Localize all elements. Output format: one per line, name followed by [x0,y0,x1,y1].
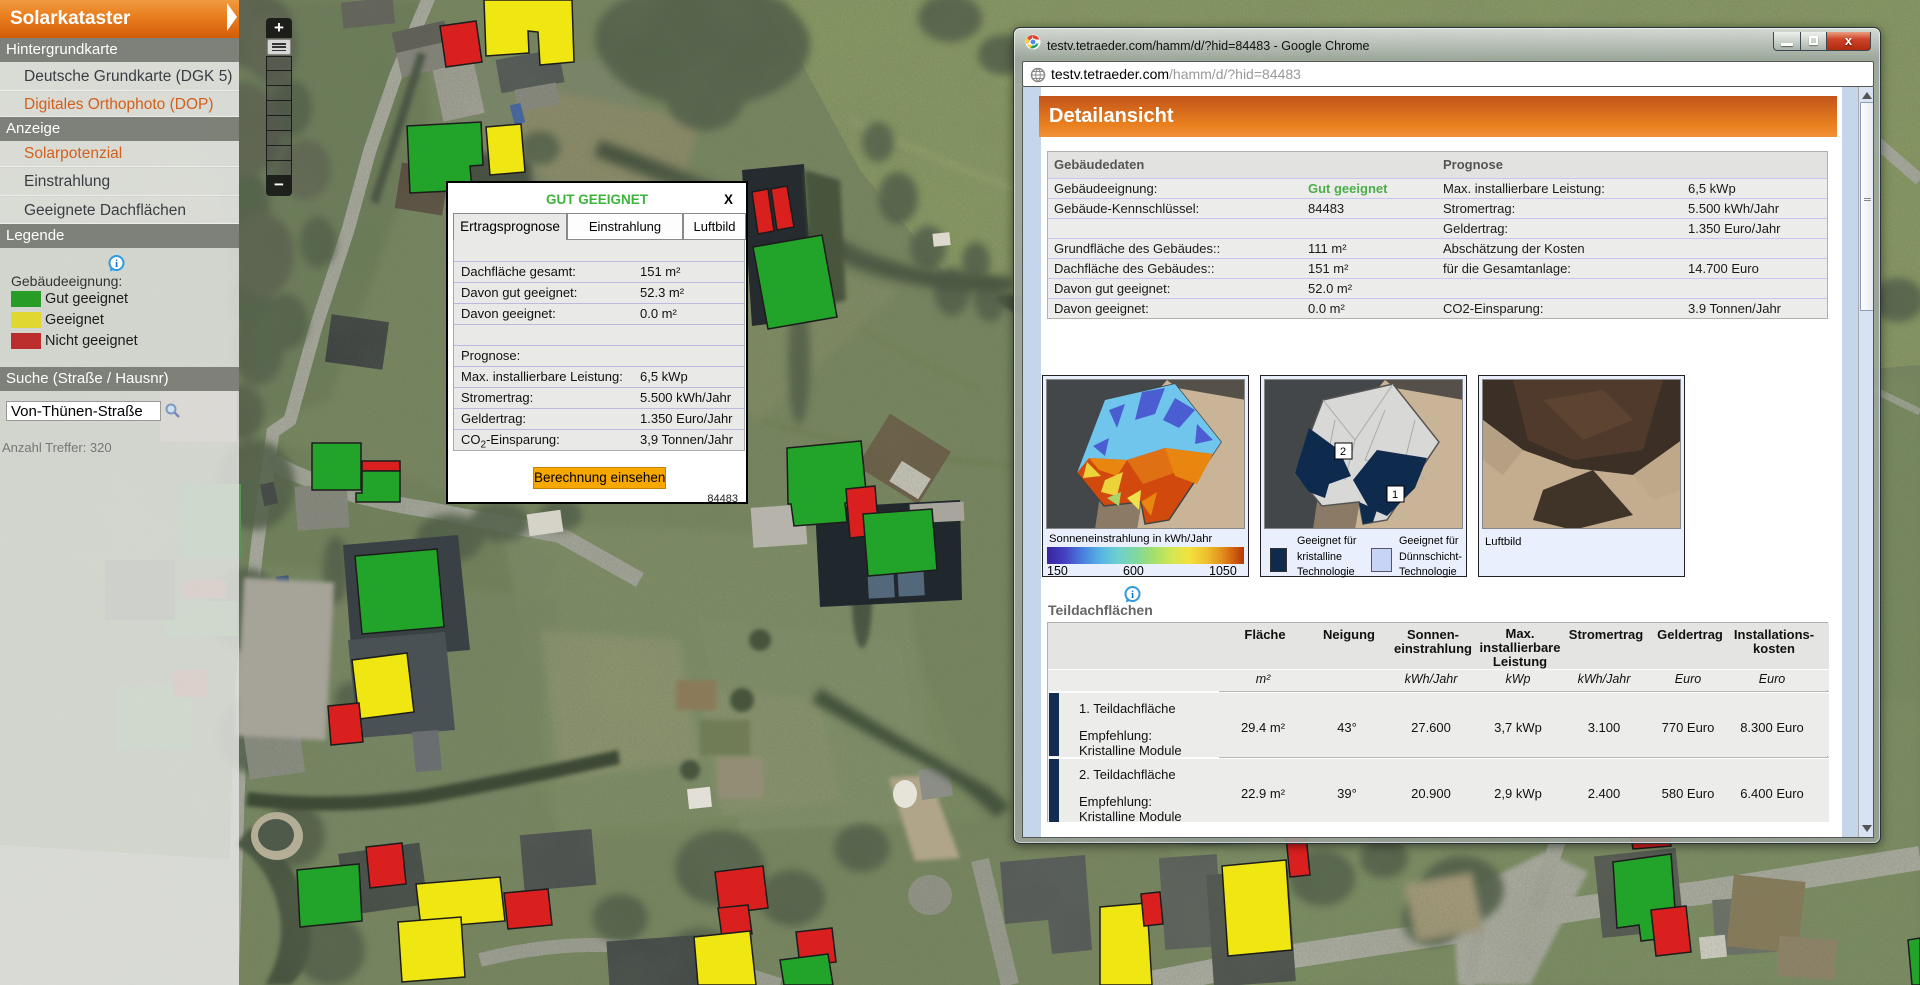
svg-text:i: i [115,258,118,270]
svg-text:2: 2 [1340,446,1346,458]
svg-text:i: i [1131,589,1134,601]
svg-text:1: 1 [1392,489,1398,501]
